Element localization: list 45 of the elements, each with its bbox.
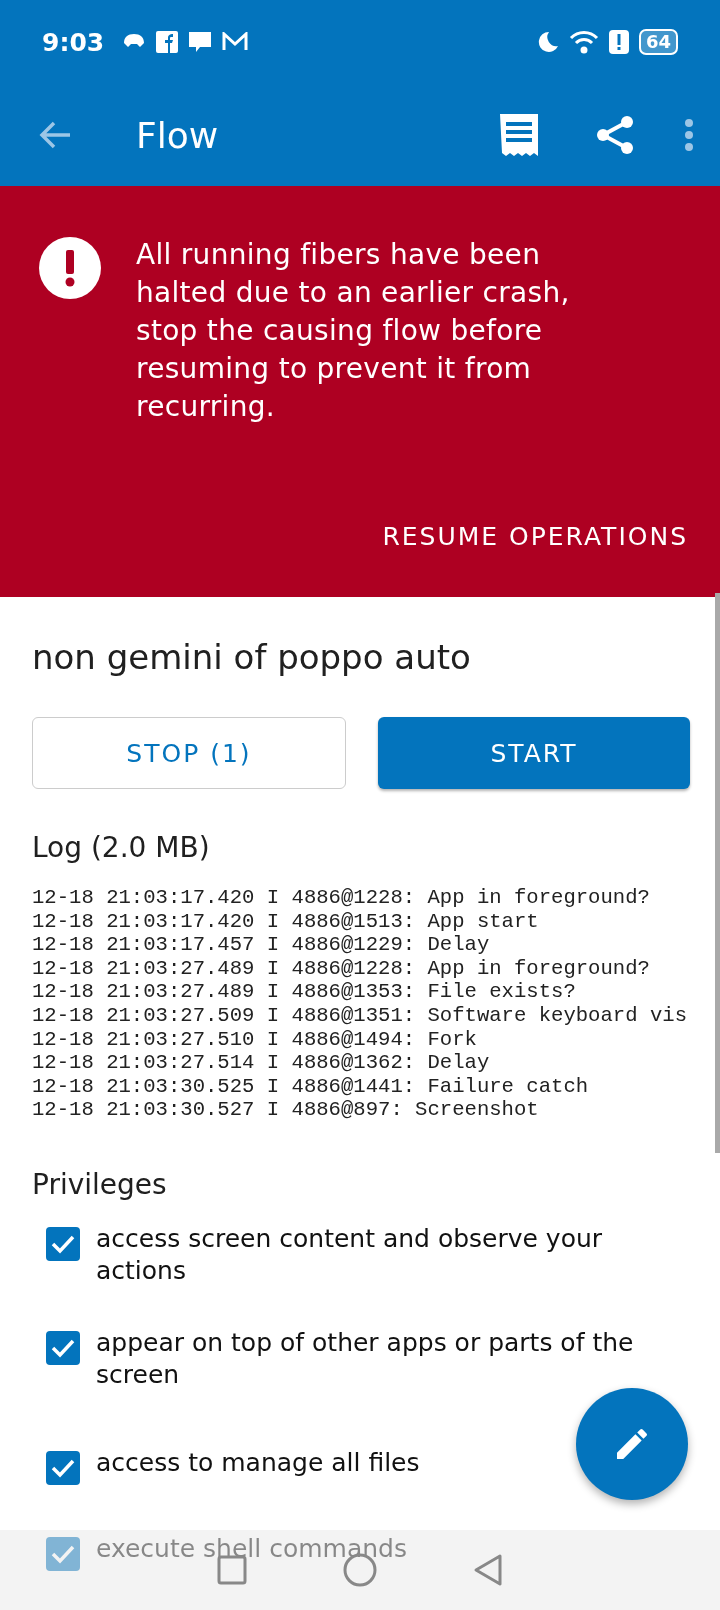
log-line: 12-18 21:03:27.489 I 4886@1353: File exists? bbox=[32, 980, 577, 1004]
log-line: 12-18 21:03:17.457 I 4886@1229: Delay bbox=[32, 933, 491, 957]
checkmark-icon bbox=[50, 1233, 76, 1254]
battery-level: 64 bbox=[638, 29, 678, 55]
checkbox[interactable] bbox=[46, 1450, 80, 1485]
checkmark-icon bbox=[50, 1337, 76, 1358]
resume-operations-button[interactable]: RESUME OPERATIONS bbox=[382, 522, 688, 551]
privilege-label: execute shell commands bbox=[96, 1532, 407, 1565]
receipt-icon bbox=[500, 114, 538, 156]
log-line: 12-18 21:03:30.527 I 4886@897: Screenshot bbox=[32, 1098, 540, 1122]
privilege-label: access screen content and observe your actions bbox=[96, 1222, 604, 1287]
privilege-label: appear on top of other apps or parts of the screen bbox=[96, 1326, 635, 1391]
message-icon bbox=[188, 30, 213, 54]
flow-name: non gemini of poppo auto bbox=[32, 637, 472, 677]
log-line: 12-18 21:03:30.525 I 4886@1441: Failure catch bbox=[32, 1074, 590, 1099]
checkbox[interactable] bbox=[46, 1536, 80, 1571]
triangle-nav-icon bbox=[473, 1553, 503, 1587]
checkmark-icon bbox=[50, 1457, 76, 1478]
facebook-icon bbox=[156, 31, 179, 53]
log-line: 12-18 21:03:17.420 I 4886@1513: App start bbox=[32, 909, 540, 934]
stop-button[interactable]: STOP (1) bbox=[32, 717, 346, 789]
log-line: 12-18 21:03:27.509 I 4886@1351: Software keyboard vis bbox=[32, 1003, 688, 1028]
more-menu-icon bbox=[684, 118, 694, 152]
log-line: 12-18 21:03:27.510 I 4886@1494: Fork bbox=[32, 1027, 478, 1052]
privilege-label: access to manage all files bbox=[96, 1446, 420, 1479]
log-heading: Log (2.0 MB) bbox=[32, 831, 211, 864]
checkbox[interactable] bbox=[46, 1330, 80, 1365]
privileges-heading: Privileges bbox=[32, 1167, 168, 1201]
error-icon bbox=[38, 236, 102, 300]
share-icon bbox=[596, 115, 634, 155]
edit-button[interactable] bbox=[576, 1388, 688, 1500]
log-line: 12-18 21:03:17.420 I 4886@1228: App in foreground? bbox=[32, 886, 651, 910]
wifi-icon bbox=[568, 30, 599, 54]
error-message: All running fibers have been halted due to an earlier crash, stop the causing flow before resuming to prevent it from recurring. bbox=[136, 237, 571, 425]
square-nav-icon bbox=[217, 1555, 247, 1585]
alert-icon bbox=[608, 30, 629, 54]
back-arrow-icon bbox=[38, 120, 72, 150]
status-time: 9:03 bbox=[42, 27, 105, 57]
checkbox[interactable] bbox=[46, 1226, 80, 1261]
start-button[interactable]: START bbox=[378, 717, 690, 789]
app-title: Flow bbox=[136, 114, 220, 156]
checkmark-icon bbox=[50, 1543, 76, 1564]
log-line: 12-18 21:03:27.514 I 4886@1362: Delay bbox=[32, 1051, 491, 1075]
mail-icon bbox=[222, 32, 249, 52]
log-line: 12-18 21:03:27.489 I 4886@1228: App in foreground? bbox=[32, 956, 651, 981]
